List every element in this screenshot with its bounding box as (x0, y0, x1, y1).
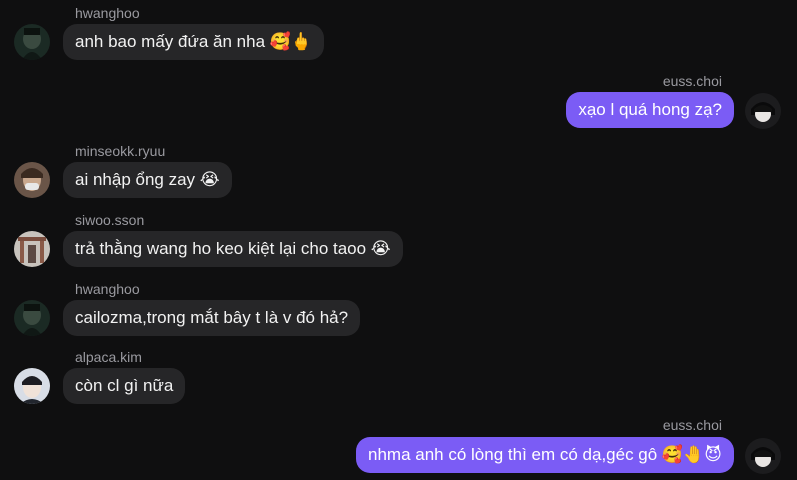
sender-name: hwanghoo (75, 281, 140, 297)
message-bubble[interactable]: xạo l quá hong zạ? (566, 92, 734, 128)
avatar-siwoo-sson[interactable] (14, 231, 50, 267)
message-bubble[interactable]: ai nhập ổng zay 😭 (63, 162, 232, 198)
avatar-hwanghoo[interactable] (14, 300, 50, 336)
message-bubble[interactable]: cailozma,trong mắt bây t là v đó hả? (63, 300, 361, 336)
avatar-euss-choi[interactable] (745, 438, 781, 474)
avatar-euss-choi[interactable] (745, 93, 781, 129)
sender-name: alpaca.kim (75, 349, 142, 365)
message-bubble[interactable]: nhma anh có lòng thì em có dạ,géc gô 🥰🤚😈 (356, 437, 734, 473)
sender-name: hwanghoo (75, 5, 140, 21)
avatar-alpaca-kim[interactable] (14, 368, 50, 404)
message-bubble[interactable]: trả thằng wang ho keo kiệt lại cho taoo … (63, 231, 403, 267)
avatar-minseokk-ryuu[interactable] (14, 162, 50, 198)
chat-thread: hwanghoo anh bao mấy đứa ăn nha 🥰🖕 euss.… (0, 0, 797, 480)
message-bubble[interactable]: anh bao mấy đứa ăn nha 🥰🖕 (63, 24, 325, 60)
sender-name: minseokk.ryuu (75, 143, 166, 159)
sender-name: siwoo.sson (75, 212, 145, 228)
sender-name: euss.choi (662, 417, 722, 433)
message-bubble[interactable]: còn cl gì nữa (63, 368, 186, 404)
avatar-hwanghoo[interactable] (14, 24, 50, 60)
sender-name: euss.choi (662, 73, 722, 89)
